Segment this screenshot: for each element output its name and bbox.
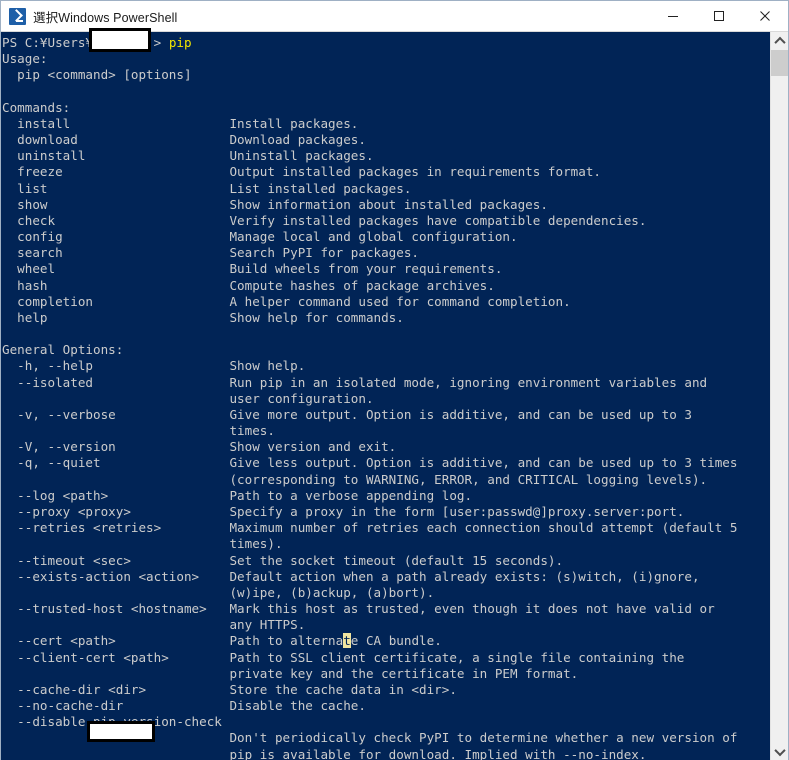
minimize-icon (668, 16, 678, 17)
scroll-down-button[interactable] (771, 743, 788, 760)
window-controls (650, 1, 788, 32)
powershell-window: 選択Windows PowerShell PS C:¥Users¥ > pip … (0, 0, 789, 760)
window-title: 選択Windows PowerShell (33, 10, 178, 25)
maximize-icon (714, 11, 724, 21)
text-caret-highlight: t (343, 633, 351, 649)
close-icon (760, 11, 770, 21)
terminal-text: PS C:¥Users¥ > pip Usage: pip <command> … (2, 35, 772, 760)
chevron-down-icon (773, 744, 786, 756)
prompt-underscore-glyph (16, 19, 23, 22)
typed-command: pip (168, 35, 192, 50)
terminal-output-area[interactable]: PS C:¥Users¥ > pip Usage: pip <command> … (1, 32, 772, 760)
close-button[interactable] (742, 1, 788, 32)
username-redaction-bottom (87, 721, 155, 742)
chevron-up-icon (773, 36, 786, 48)
scroll-up-button[interactable] (771, 32, 788, 49)
prompt-line-1: PS C:¥Users¥ (2, 35, 93, 50)
vertical-scrollbar[interactable] (770, 32, 788, 760)
maximize-button[interactable] (696, 1, 742, 32)
powershell-icon (9, 7, 26, 25)
username-redaction-top (89, 28, 151, 52)
scrollbar-track[interactable] (771, 76, 788, 743)
minimize-button[interactable] (650, 1, 696, 32)
pip-help-body-before-caret: Usage: pip <command> [options] Commands:… (2, 51, 738, 649)
scrollbar-thumb[interactable] (771, 50, 788, 76)
